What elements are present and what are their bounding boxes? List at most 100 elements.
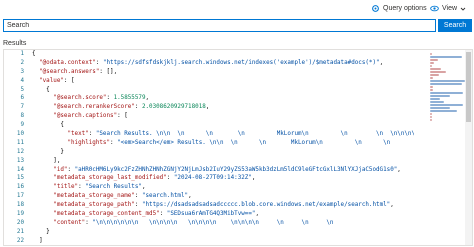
minimap-line: [430, 110, 458, 112]
code-token: "Search Results. \n\n \n \n \n MkLorum\n…: [95, 131, 414, 138]
toolbar: Query options View: [0, 0, 474, 17]
minimap-line: [430, 59, 438, 61]
search-row: Search: [3, 19, 472, 32]
code-token: "2024-08-27T09:14:32Z": [173, 175, 252, 182]
minimap-line: [430, 98, 441, 100]
code-line: "@search.answers": [],: [32, 68, 414, 77]
code-token: :: [134, 104, 142, 111]
code-token: 2.0308620929718018: [141, 104, 206, 111]
minimap-line: [430, 95, 451, 97]
minimap-line: [430, 68, 441, 70]
code-token: : [: [63, 77, 75, 84]
code-token: "\n\n\n\n\n\n \n\n\n\n \n\n\n\n \n\n\n\n…: [92, 219, 334, 226]
results-editor[interactable]: 1234567891011121314151617181920212223 { …: [3, 49, 473, 246]
code-token: :: [134, 202, 142, 209]
code-line: "id": "aHR0cHM6Ly9kc2FzZHNhZHNhZGNjY2NjL…: [32, 166, 414, 175]
code-token: "@search.score": [32, 95, 107, 102]
code-line: "content": "\n\n\n\n\n\n \n\n\n\n \n\n\n…: [32, 219, 414, 228]
code-token: "metadata_storage_name": [32, 193, 135, 200]
code-token: "https://dsadsadsadsadccccc.blob.core.wi…: [141, 202, 391, 209]
minimap-line: [430, 104, 463, 106]
line-number: 7: [20, 104, 24, 111]
minimap-line: [430, 56, 462, 58]
line-number: 21: [16, 228, 24, 235]
code-line: "metadata_storage_name": "search.html",: [32, 192, 414, 201]
code-line: "@search.captions": [: [32, 112, 414, 121]
code-line: "metadata_storage_path": "https://dsadsa…: [32, 201, 414, 210]
code-token: "id": [32, 166, 68, 173]
code-line: "metadata_storage_last_modified": "2024-…: [32, 174, 414, 183]
code-token: "metadata_storage_path": [32, 202, 135, 209]
code-line: "value": [: [32, 77, 414, 86]
code-line: ]: [32, 237, 414, 245]
code-token: ,: [397, 166, 401, 173]
gear-icon: [372, 5, 379, 12]
code-line: }: [32, 228, 414, 237]
line-number: 14: [16, 166, 24, 173]
line-number: 11: [16, 139, 24, 146]
code-token: "SEDsua6rAmTG4Q3MibTvw==": [166, 211, 256, 218]
code-token: "https://sdfsfdskjklj.search.windows.net…: [102, 59, 380, 66]
line-number: 22: [16, 237, 24, 244]
code-token: "highlights": [32, 139, 111, 146]
code-line: "@search.score": 1.5855579,: [32, 94, 414, 103]
code-line: "highlights": "<em>Search</em> Results. …: [32, 139, 414, 148]
code-token: ,: [141, 184, 146, 191]
line-number: 6: [20, 95, 24, 102]
code-token: "aHR0cHM6Ly9kc2FzZHNhZHNhZGNjY2NjLmJsb2I…: [74, 166, 398, 173]
code-line: {: [32, 50, 414, 59]
code-token: {: [32, 122, 64, 129]
line-number: 3: [20, 68, 24, 75]
code-token: :: [67, 166, 75, 173]
minimap-line: [430, 89, 433, 91]
code-token: : [],: [99, 68, 118, 75]
code-line: {: [32, 121, 414, 130]
code-token: "@search.captions": [32, 113, 118, 120]
minimap-line: [430, 80, 465, 82]
minimap-line: [430, 101, 445, 103]
code-line: "title": "Search Results",: [32, 183, 414, 192]
code-token: ,: [188, 193, 192, 200]
code-token: ,: [205, 104, 210, 111]
search-button[interactable]: Search: [438, 19, 472, 32]
code-line: {: [32, 86, 414, 95]
code-token: "Search Results": [85, 184, 142, 191]
vertical-scrollbar[interactable]: [465, 50, 472, 245]
line-number: 12: [16, 148, 24, 155]
code-token: }: [32, 148, 64, 155]
code-token: "@search.answers": [32, 68, 100, 75]
json-results-code[interactable]: { "@odata.context": "https://sdfsfdskjkl…: [32, 50, 414, 245]
scrollbar-thumb[interactable]: [466, 52, 471, 122]
line-number: 2: [20, 59, 24, 66]
search-input[interactable]: [3, 19, 436, 32]
minimap[interactable]: [430, 53, 470, 121]
line-number: 20: [16, 219, 24, 226]
line-number: 17: [16, 193, 24, 200]
line-number: 9: [20, 122, 24, 129]
code-token: }: [32, 228, 50, 235]
minimap-line: [430, 71, 446, 73]
code-token: 1.5855579: [113, 95, 146, 102]
minimap-line: [430, 74, 439, 76]
view-button[interactable]: View: [430, 2, 469, 15]
code-token: :: [134, 193, 142, 200]
code-token: {: [32, 86, 50, 93]
code-token: "<em>Search</em> Results. \n\n \n \n MkL…: [117, 139, 391, 146]
code-line: "text": "Search Results. \n\n \n \n \n M…: [32, 130, 414, 139]
minimap-line: [430, 53, 432, 55]
query-options-button[interactable]: Query options: [371, 2, 427, 15]
code-token: {: [32, 51, 36, 57]
code-line: "@search.rerankerScore": 2.0308620929718…: [32, 103, 414, 112]
line-number: 1: [20, 51, 24, 57]
code-token: ,: [145, 95, 150, 102]
line-number: 15: [16, 175, 24, 182]
minimap-line: [430, 77, 433, 79]
results-label: Results: [3, 40, 27, 47]
minimap-line: [430, 116, 432, 118]
code-token: ,: [379, 59, 384, 66]
line-number: 8: [20, 113, 24, 120]
line-number: 10: [16, 131, 24, 138]
code-token: "content": [32, 219, 86, 226]
minimap-line: [430, 65, 432, 67]
code-line: }: [32, 148, 414, 157]
